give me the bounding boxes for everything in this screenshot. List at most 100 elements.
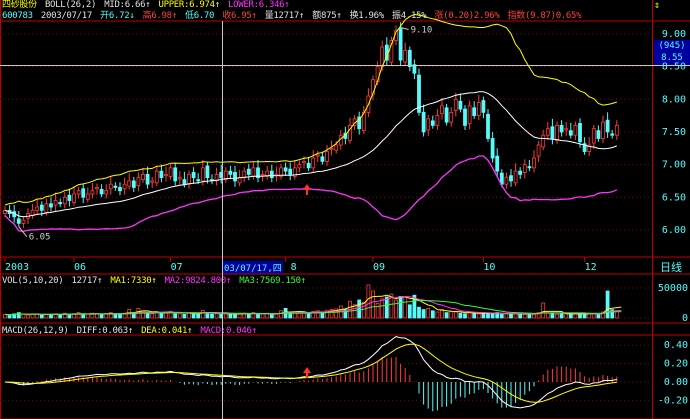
volume-bar — [591, 313, 596, 319]
candle-body — [228, 170, 233, 175]
candle-body — [58, 202, 63, 205]
volume-bar — [200, 309, 205, 319]
candle-body — [141, 173, 145, 181]
candle-body — [104, 190, 109, 195]
candle — [104, 184, 109, 199]
volume-bar — [596, 313, 601, 319]
volume-bar — [269, 313, 274, 319]
candle-body — [449, 111, 454, 123]
candle-body — [559, 125, 564, 133]
candle — [150, 177, 155, 189]
candle — [85, 187, 90, 203]
candle-body — [440, 105, 444, 115]
candle-body — [21, 219, 26, 224]
volume-bar — [371, 290, 375, 319]
candle — [95, 183, 99, 195]
candle-body — [154, 170, 159, 184]
volume-bar — [375, 303, 380, 319]
candle-body — [591, 128, 596, 144]
candle-body — [81, 188, 86, 198]
candle-body — [458, 100, 463, 110]
candle — [430, 115, 435, 129]
candle-body — [504, 177, 509, 185]
price-tick-label: 9.00 — [662, 29, 686, 40]
candle — [591, 124, 596, 149]
price-tick-label: 7.50 — [662, 127, 686, 138]
candle-body — [302, 160, 306, 164]
price-tick-label: 8.00 — [662, 94, 686, 105]
volume-bar — [384, 296, 389, 319]
candle — [76, 186, 81, 199]
candle-body — [578, 123, 582, 143]
candle-body — [168, 167, 173, 177]
volume-bar — [145, 312, 150, 319]
volume-bar — [564, 313, 569, 319]
candle — [417, 68, 421, 116]
candle-body — [118, 187, 122, 192]
candle-body — [35, 206, 40, 211]
candle — [610, 129, 615, 139]
candle-body — [467, 105, 472, 124]
candle — [518, 167, 523, 179]
volume-bar — [210, 313, 214, 319]
vol-ma2-line — [4, 295, 622, 316]
candle — [449, 107, 454, 127]
volume-bar — [246, 313, 251, 319]
candle — [495, 148, 500, 178]
candle-body — [306, 162, 311, 169]
candle — [30, 203, 35, 219]
volume-bar — [196, 313, 201, 319]
stock-chart[interactable]: 9.00 8.50 8.00 7.50 7.00 6.50 6.00 6.05 9.10 2003… — [0, 0, 690, 419]
candle — [49, 197, 53, 212]
candle-body — [527, 166, 532, 169]
candle-body — [536, 144, 541, 157]
volume-bar — [472, 312, 477, 319]
candle — [605, 112, 610, 138]
candle-body — [233, 172, 237, 182]
volume-bar — [380, 298, 385, 319]
volume-bar — [555, 313, 559, 319]
candle-body — [435, 115, 440, 126]
volume-bar — [306, 313, 311, 319]
candle-body — [532, 157, 536, 169]
candle-body — [481, 100, 486, 113]
candle-body — [568, 130, 573, 136]
candle-body — [283, 167, 288, 172]
candle-body — [127, 180, 132, 187]
candle — [279, 163, 283, 180]
candle — [246, 163, 251, 181]
candle — [265, 165, 270, 180]
volume-bar — [366, 284, 371, 319]
candle-body — [16, 218, 21, 224]
volume-bar — [260, 313, 265, 319]
volume-bar — [449, 310, 454, 319]
candle — [527, 160, 532, 172]
candle — [145, 166, 150, 189]
macd-tick-label: 0.20 — [664, 359, 688, 370]
volume-bar — [150, 313, 155, 319]
candle — [320, 151, 325, 165]
candle — [131, 177, 136, 193]
candle-body — [251, 167, 256, 177]
candle — [536, 141, 541, 162]
volume-bar — [578, 313, 582, 319]
candle-body — [90, 190, 95, 195]
candle-body — [495, 155, 500, 172]
candle — [113, 182, 118, 191]
date-label: 12 — [585, 262, 597, 273]
candle — [559, 120, 564, 137]
candle — [541, 129, 546, 151]
candle — [463, 105, 467, 130]
candle-body — [85, 193, 90, 200]
volume-bar — [233, 313, 237, 319]
candle-body — [550, 126, 555, 139]
candle-body — [490, 138, 495, 159]
volume-bar — [605, 290, 610, 319]
candle — [210, 174, 214, 185]
candle — [573, 121, 578, 140]
candle — [614, 120, 619, 140]
candle — [440, 97, 444, 120]
candle — [90, 182, 95, 199]
volume-bar — [292, 312, 297, 319]
volume-bar — [320, 312, 325, 319]
